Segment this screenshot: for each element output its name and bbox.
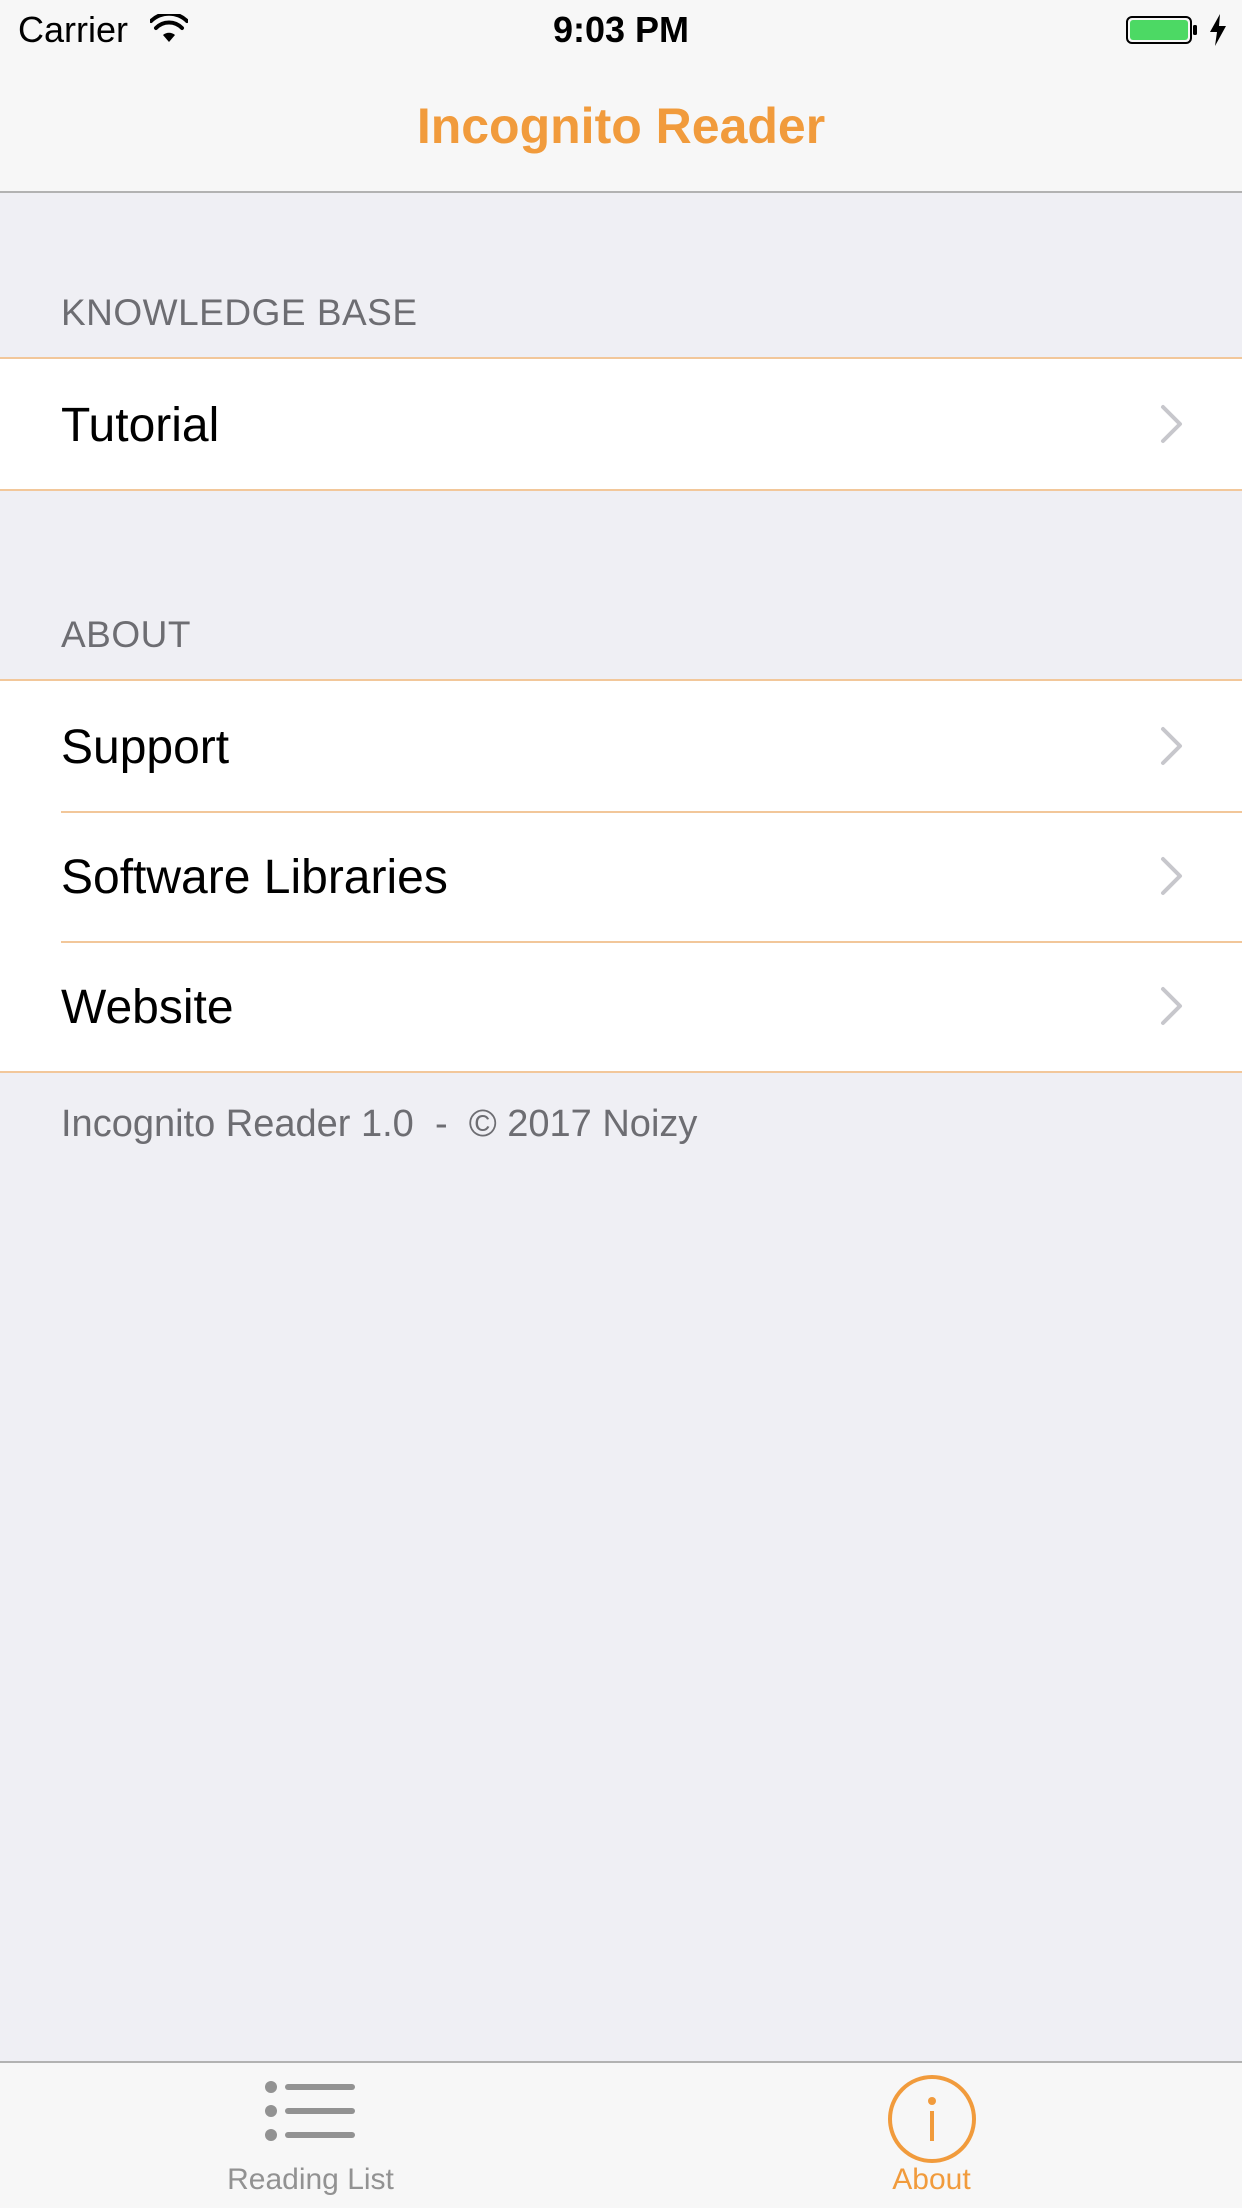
row-tutorial-label: Tutorial [61,399,220,452]
status-bar: Carrier 9:03 PM [0,0,1242,60]
chevron-right-icon [1161,857,1182,895]
row-tutorial[interactable]: Tutorial [0,359,1242,489]
tab-reading-list-label: Reading List [227,2163,394,2196]
row-software-libraries-label: Software Libraries [61,851,448,904]
tab-about[interactable]: About [621,2063,1242,2208]
navigation-bar: Incognito Reader [0,60,1242,193]
section-header-knowledge-base: KNOWLEDGE BASE [61,292,418,333]
tab-about-label: About [892,2163,971,2196]
list-icon [264,2081,355,2141]
charging-bolt-icon [1210,14,1226,46]
battery-icon [1126,16,1197,44]
row-software-libraries[interactable]: Software Libraries [0,811,1242,941]
about-screen: Carrier 9:03 PM Incognito Reader KNOWLED… [0,0,1242,2208]
row-support-label: Support [61,721,230,774]
copyright-text: © 2017 Noizy [468,1103,698,1145]
status-time: 9:03 PM [552,9,690,50]
info-circle-icon [887,2075,976,2163]
chevron-right-icon [1161,405,1182,443]
row-support[interactable]: Support [0,681,1242,811]
nav-title: Incognito Reader [416,98,826,154]
about-group: Support Software Libraries Website [0,679,1242,1073]
separator-text: - [434,1103,448,1145]
version-copyright-note: Incognito Reader 1.0 - © 2017 Noizy [61,1102,697,1146]
knowledge-base-group: Tutorial [0,357,1242,491]
chevron-right-icon [1161,727,1182,765]
tab-bar: Reading List About [0,2061,1242,2208]
section-header-about: ABOUT [61,614,191,655]
app-version-text: Incognito Reader 1.0 [61,1103,414,1145]
tab-reading-list[interactable]: Reading List [0,2063,621,2208]
chevron-right-icon [1161,987,1182,1025]
row-website[interactable]: Website [0,941,1242,1071]
row-website-label: Website [61,981,234,1034]
